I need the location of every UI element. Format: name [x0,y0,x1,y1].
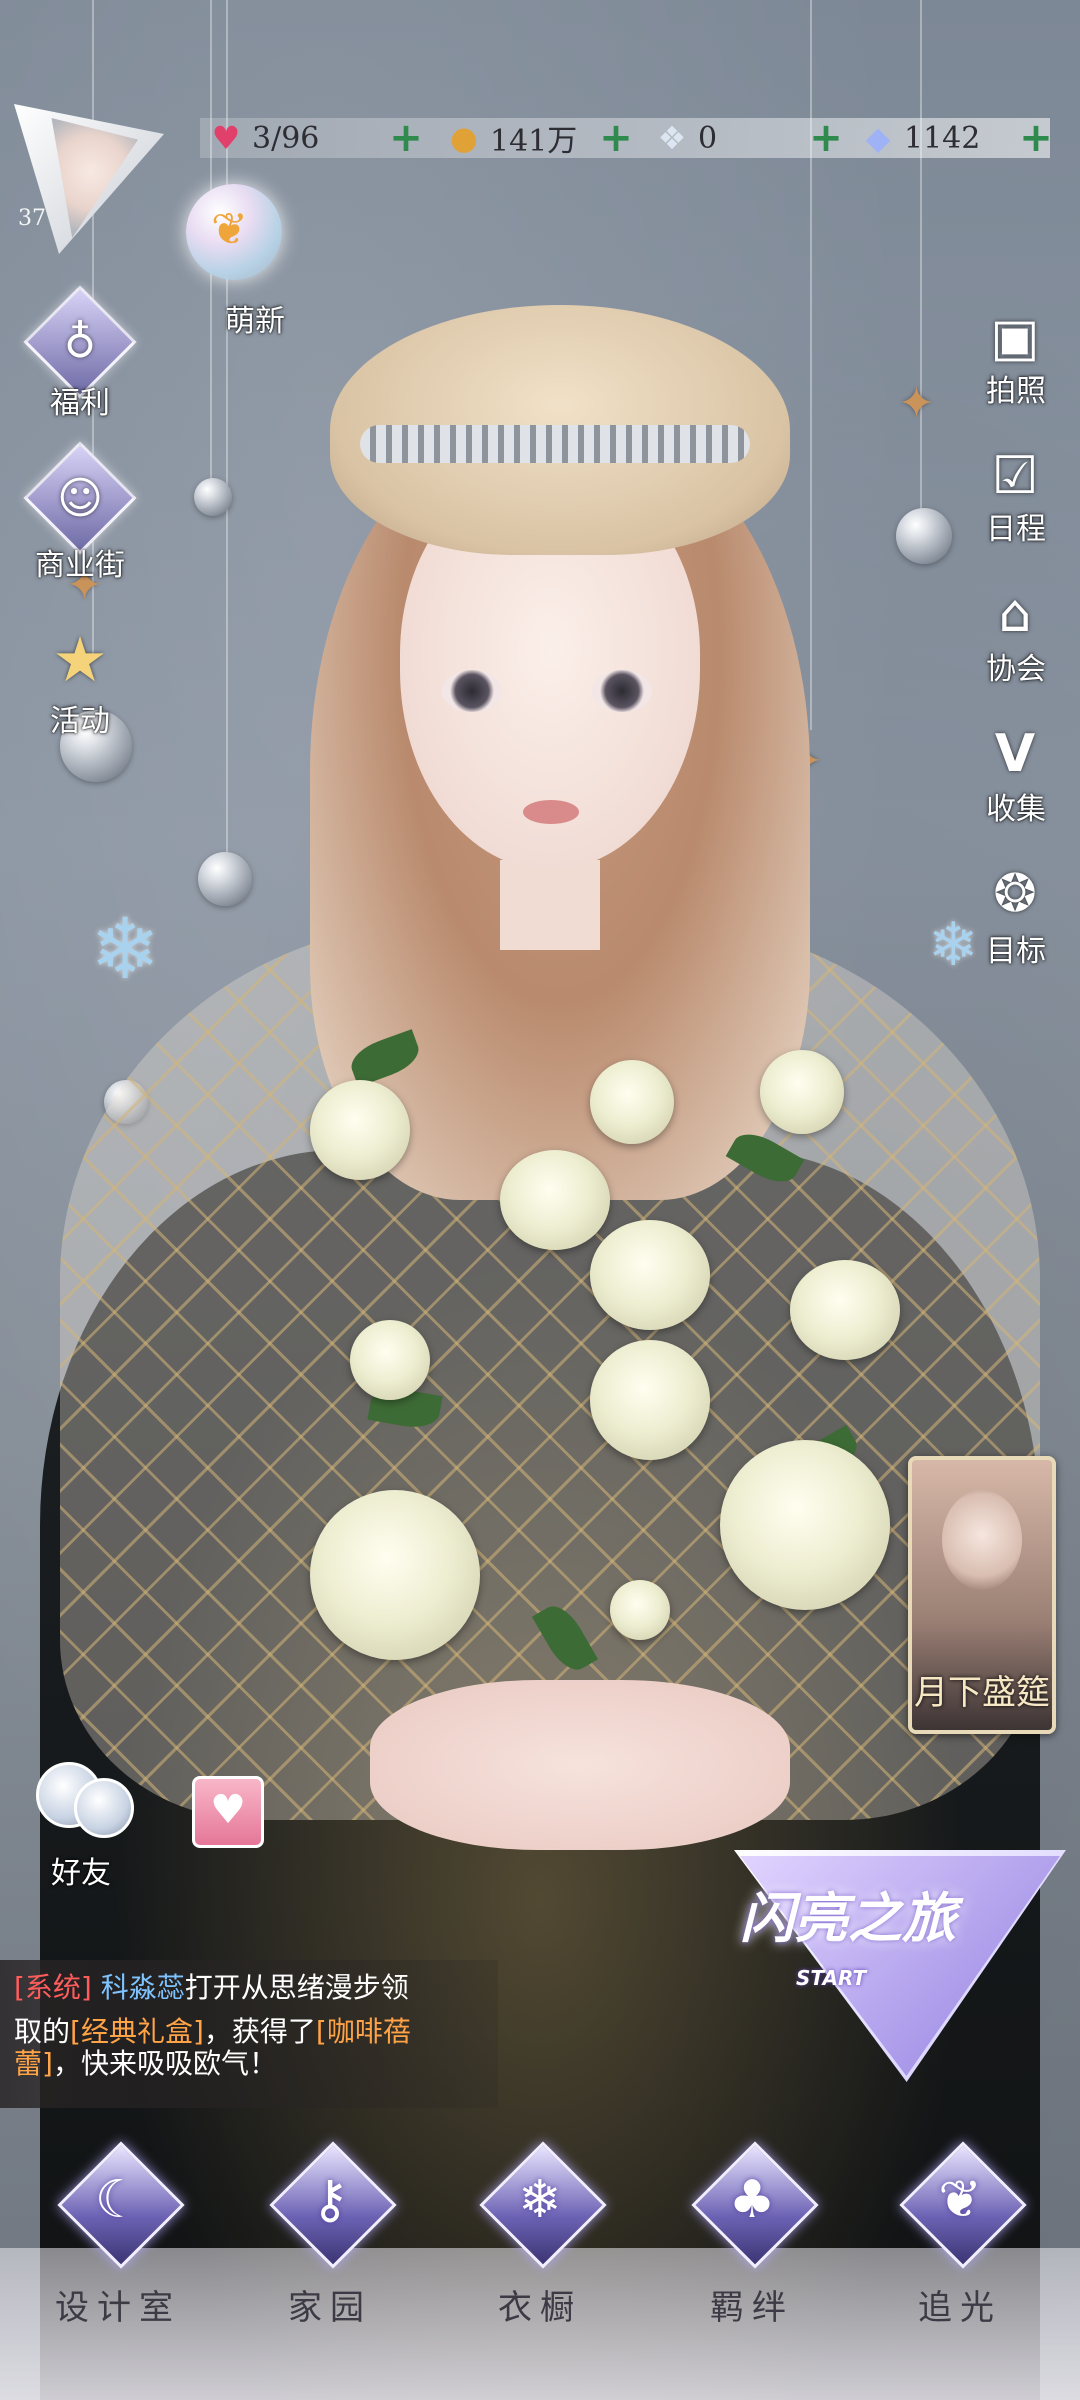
leaf [345,1029,425,1087]
gold-value: 141万 [490,124,578,159]
shop-street-label: 商业街 [35,548,125,583]
chat-system-tag: [系统] [14,1971,92,2004]
chat-line-1: [系统] 科淼蕊打开从思绪漫步领 [14,1966,484,2010]
star-ornament: ✦ [898,378,935,429]
system-chat-message[interactable]: [系统] 科淼蕊打开从思绪漫步领 取的[经典礼盒]，获得了[咖啡蓓 蕾]，快来吸… [0,1960,498,2108]
chat-text: ，快来吸吸欧气！ [52,2047,277,2080]
heart-gem-icon: ♥ [211,119,241,157]
newbie-label: 萌新 [225,304,285,339]
rose [310,1080,410,1180]
schedule-label: 日程 [986,512,1046,547]
nav-wardrobe[interactable]: ❄ 衣橱 [468,2141,608,2390]
hot-air-balloon-icon: ♁ [23,285,137,399]
add-diamond-button[interactable]: + [1016,118,1056,158]
clover-icon: ♣ [728,2170,776,2230]
leaf [531,1598,599,1678]
chat-text: 打开从思绪漫步领 [184,1971,409,2004]
rose-bouquet [310,1020,930,1740]
rose [610,1580,670,1640]
rose [310,1490,480,1660]
resource-crystal: ❖ 0 [652,116,717,160]
event-card-title: 月下盛筵 [914,1673,1050,1713]
nav-design-studio[interactable]: ☾ 设计室 [46,2141,186,2390]
snowflake-icon: ❄ [518,2170,562,2230]
butterfly-icon: ❦ [938,2170,982,2230]
hat-band [360,425,750,463]
resource-gold: ● 141万 [444,116,577,160]
crystal-flower-icon: ❖ [657,119,687,157]
moon-icon: ☾ [94,2170,142,2230]
chat-player-name: 科淼蕊 [100,1971,185,2004]
start-banner-subtitle: START [796,1966,867,1990]
goal-label: 目标 [986,934,1046,969]
right-eye [592,670,652,712]
shopping-bag-icon: ☺ [23,441,137,555]
pearl-ornament [198,852,252,906]
rose [720,1440,890,1610]
event-card[interactable]: 月下盛筵 [908,1456,1056,1734]
nav-home[interactable]: ⚷ 家园 [258,2141,398,2390]
hands [370,1680,790,1850]
rose [500,1150,610,1250]
pearl-ornament [194,478,232,516]
hanging-string [920,0,922,540]
collection-v-icon: V [994,724,1036,784]
resource-diamond: ◆ 1142 [858,116,981,160]
guild-label: 协会 [986,652,1046,687]
player-level: 37 [18,206,46,231]
friends-bubbles-icon [36,1762,134,1838]
rose [590,1340,710,1460]
target-medal-icon: ❂ [993,864,1037,924]
start-banner-title: 闪亮之旅 [740,1886,956,1950]
collection-label: 收集 [986,792,1046,827]
nav-bond[interactable]: ♣ 羁绊 [680,2141,820,2390]
nav-label: 追光 [918,2288,1002,2328]
gift-box-icon[interactable]: ♥ [192,1776,264,1848]
chat-item: 蕾] [14,2047,53,2080]
lips [523,800,579,824]
rose [590,1220,710,1330]
key-icon: ⚷ [310,2170,350,2230]
hanging-string [810,0,812,730]
resource-stamina: ♥ 3/96 [206,116,320,160]
crystal-value: 0 [698,120,718,156]
stars-icon: ★ [52,622,108,696]
diamond-icon: ◆ [865,119,891,157]
event-portrait [942,1490,1022,1590]
add-crystal-button[interactable]: + [806,118,846,158]
nav-label: 设计室 [55,2288,181,2328]
nav-label: 家园 [288,2288,372,2328]
pearl-ornament [896,508,952,564]
camera-icon: ▣ [990,308,1040,368]
chat-item: [咖啡蓓 [315,2015,411,2048]
nav-chase-light[interactable]: ❦ 追光 [888,2141,1028,2390]
rose [350,1320,430,1400]
photo-label: 拍照 [986,374,1046,409]
rose [590,1060,674,1144]
diamond-value: 1142 [904,120,981,156]
chat-line-3: 蕾]，快来吸吸欧气！ [14,2042,484,2086]
activity-label: 活动 [50,704,110,739]
add-gold-button[interactable]: + [596,118,636,158]
building-icon: ⌂ [998,584,1032,644]
gold-coin-icon: ● [450,119,478,157]
welfare-label: 福利 [50,386,110,421]
left-eye [442,670,502,712]
nav-label: 羁绊 [710,2288,794,2328]
nav-label: 衣橱 [498,2288,582,2328]
neck [500,860,600,950]
leaf [725,1124,805,1192]
add-stamina-button[interactable]: + [386,118,426,158]
snowflake-ornament: ❄ [90,900,161,998]
friends-label: 好友 [51,1856,111,1891]
butterfly-orb-icon: ❦ [186,184,282,280]
rose [760,1050,844,1134]
rose [790,1260,900,1360]
stamina-value: 3/96 [252,120,320,156]
calendar-check-icon: ☑ [991,446,1039,506]
